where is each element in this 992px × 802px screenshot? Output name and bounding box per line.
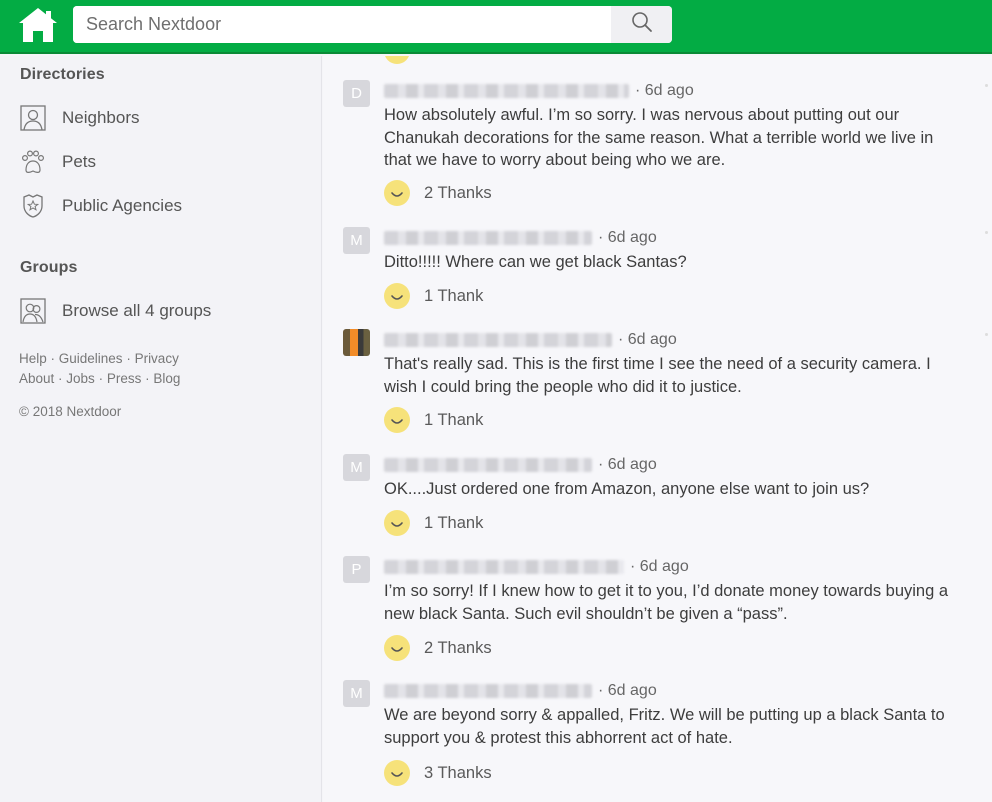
thanks-count: 1 Thank xyxy=(424,410,484,429)
author-name-redacted[interactable] xyxy=(384,560,624,574)
directories-heading: Directories xyxy=(20,66,105,83)
comment-text: We are beyond sorry & appalled, Fritz. W… xyxy=(384,706,945,747)
author-name-redacted[interactable] xyxy=(384,684,592,698)
timestamp: · 6d ago xyxy=(598,456,657,473)
avatar[interactable] xyxy=(343,329,370,356)
smiley-icon xyxy=(384,180,410,206)
comment-text: How absolutely awful. I’m so sorry. I wa… xyxy=(384,106,934,169)
home-icon[interactable] xyxy=(16,6,60,44)
smiley-icon xyxy=(384,760,410,786)
smiley-icon xyxy=(384,510,410,536)
overflow-menu-dot[interactable] xyxy=(985,231,988,234)
copyright: © 2018 Nextdoor xyxy=(19,404,122,419)
thank-button[interactable]: 1 Thank xyxy=(384,283,483,309)
sidebar-item-label: Neighbors xyxy=(62,108,140,127)
thanks-count: 2 Thanks xyxy=(424,183,492,202)
badge-icon xyxy=(20,193,46,219)
footer-link-blog[interactable]: Blog xyxy=(153,371,180,386)
comment-text: That's really sad. This is the first tim… xyxy=(384,355,931,396)
comment-text: OK....Just ordered one from Amazon, anyo… xyxy=(384,480,870,498)
search-icon xyxy=(631,11,653,38)
search-button[interactable] xyxy=(611,6,672,43)
author-name-redacted[interactable] xyxy=(384,84,629,98)
timestamp: · 6d ago xyxy=(598,682,657,699)
thank-button[interactable]: 3 Thanks xyxy=(384,760,492,786)
smiley-icon xyxy=(384,635,410,661)
footer-links-row-1: Help · Guidelines · Privacy xyxy=(19,351,179,366)
sidebar-item-label: Browse all 4 groups xyxy=(62,301,212,320)
thanks-count: 2 Thanks xyxy=(424,638,492,657)
search-input[interactable] xyxy=(73,6,611,43)
paw-icon xyxy=(20,149,46,175)
person-icon xyxy=(20,105,46,131)
comment-text: Ditto!!!!! Where can we get black Santas… xyxy=(384,253,687,271)
thank-button[interactable]: 1 Thank xyxy=(384,510,483,536)
smiley-icon xyxy=(384,283,410,309)
smiley-icon xyxy=(384,56,410,64)
avatar[interactable]: M xyxy=(343,680,370,707)
avatar[interactable]: M xyxy=(343,227,370,254)
sidebar-item-pets[interactable]: Pets xyxy=(20,149,96,175)
timestamp: · 6d ago xyxy=(618,331,677,348)
search-box xyxy=(73,6,672,43)
timestamp: · 6d ago xyxy=(598,229,657,246)
sidebar-item-label: Public Agencies xyxy=(62,196,183,215)
overflow-menu-dot[interactable] xyxy=(985,84,988,87)
author-name-redacted[interactable] xyxy=(384,458,592,472)
smiley-icon xyxy=(384,407,410,433)
overflow-menu-dot[interactable] xyxy=(985,333,988,336)
sidebar-item-browse-groups[interactable]: Browse all 4 groups xyxy=(20,298,211,324)
comments-feed: D · 6d ago How absolutely awful. I’m so … xyxy=(323,56,992,802)
thanks-count: 1 Thank xyxy=(424,513,484,532)
footer-link-privacy[interactable]: Privacy xyxy=(135,351,179,366)
sidebar-item-label: Pets xyxy=(62,152,97,171)
timestamp: · 6d ago xyxy=(635,82,694,99)
thanks-count: 3 Thanks xyxy=(424,763,492,782)
group-icon xyxy=(20,298,46,324)
footer-link-help[interactable]: Help xyxy=(19,351,47,366)
footer-link-press[interactable]: Press xyxy=(107,371,142,386)
comment-text: I’m so sorry! If I knew how to get it to… xyxy=(384,582,949,623)
author-name-redacted[interactable] xyxy=(384,231,592,245)
footer-link-jobs[interactable]: Jobs xyxy=(66,371,95,386)
thank-button[interactable]: 2 Thanks xyxy=(384,180,492,206)
avatar[interactable]: D xyxy=(343,80,370,107)
avatar[interactable]: P xyxy=(343,556,370,583)
thanks-count: 1 Thank xyxy=(424,286,484,305)
avatar[interactable]: M xyxy=(343,454,370,481)
timestamp: · 6d ago xyxy=(630,558,689,575)
sidebar-item-neighbors[interactable]: Neighbors xyxy=(20,105,140,131)
author-name-redacted[interactable] xyxy=(384,333,612,347)
sidebar-item-public-agencies[interactable]: Public Agencies xyxy=(20,193,182,219)
top-bar xyxy=(0,0,992,54)
footer-links-row-2: About · Jobs · Press · Blog xyxy=(19,371,181,386)
footer-link-about[interactable]: About xyxy=(19,371,54,386)
groups-heading: Groups xyxy=(20,259,78,276)
thank-button[interactable]: 2 Thanks xyxy=(384,635,492,661)
sidebar: Directories Neighbors Pets Public Agenci… xyxy=(0,56,322,802)
thank-button[interactable]: 1 Thank xyxy=(384,407,483,433)
footer-link-guidelines[interactable]: Guidelines xyxy=(59,351,123,366)
